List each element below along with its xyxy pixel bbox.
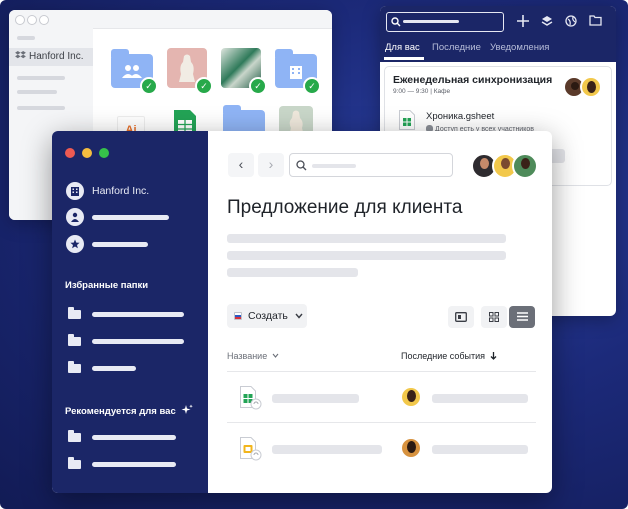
chevron-down-icon	[272, 353, 279, 358]
description-placeholder	[227, 251, 506, 260]
sidebar-item-placeholder[interactable]	[92, 215, 169, 220]
recommended-header-label: Рекомендуется для вас	[65, 406, 176, 417]
synced-check-icon: ✓	[140, 77, 158, 95]
create-flag-icon	[234, 312, 242, 320]
sidebar-item-org[interactable]: Hanford Inc.	[92, 185, 149, 197]
forward-button[interactable]: ›	[258, 153, 284, 177]
file-name[interactable]: Хроника.gsheet	[426, 111, 494, 122]
create-button-label: Создать	[248, 310, 288, 322]
layers-icon[interactable]	[541, 15, 553, 27]
sparkle-icon	[181, 404, 194, 414]
tab-recent[interactable]: Последние	[432, 42, 481, 53]
org-building-glyph	[71, 187, 79, 196]
page-title: Предложение для клиента	[227, 197, 463, 218]
minimize-window-button[interactable]	[27, 15, 37, 25]
meeting-time: 9:00 — 9:30 | Кафе	[393, 88, 451, 95]
folder-icon	[68, 334, 81, 346]
event-placeholder	[432, 445, 528, 454]
list-icon	[516, 312, 528, 321]
table-row[interactable]	[227, 423, 536, 473]
tab-notifications[interactable]: Уведомления	[490, 42, 549, 53]
folder-icon[interactable]	[589, 15, 602, 26]
sidebar-placeholder	[17, 106, 65, 110]
recommended-folder-placeholder[interactable]	[92, 462, 176, 467]
file-name-placeholder	[272, 394, 359, 403]
description-placeholder	[227, 268, 358, 277]
sort-arrow-down-icon	[490, 352, 497, 360]
synced-check-icon: ✓	[195, 77, 213, 95]
favorite-folder-placeholder[interactable]	[92, 312, 184, 317]
gsheet-file-icon	[240, 386, 262, 410]
synced-check-icon: ✓	[303, 77, 321, 95]
create-button[interactable]: Создать	[227, 304, 307, 328]
name-column-label: Название	[227, 351, 268, 361]
folder-icon	[68, 361, 81, 373]
chevron-down-icon	[295, 313, 303, 319]
sidebar: Hanford Inc. Избранные папки Рекомендует…	[52, 131, 208, 493]
sidebar-placeholder	[17, 76, 65, 80]
star-glyph	[70, 239, 80, 249]
window-titlebar	[9, 10, 332, 29]
favorite-folder-placeholder[interactable]	[92, 339, 184, 344]
zoom-window-button[interactable]	[99, 148, 109, 158]
sidebar-item-placeholder[interactable]	[92, 242, 148, 247]
file-name-placeholder	[272, 445, 382, 454]
main-window: Hanford Inc. Избранные папки Рекомендует…	[52, 131, 552, 493]
sidebar-org-label: Hanford Inc.	[29, 51, 84, 62]
sidebar-item-org[interactable]: Hanford Inc.	[15, 51, 83, 62]
name-column-header[interactable]: Название	[227, 351, 279, 361]
table-row[interactable]	[227, 372, 536, 422]
folder-icon	[68, 457, 81, 469]
close-window-button[interactable]	[65, 148, 75, 158]
meeting-title: Еженедельная синхронизация	[393, 74, 553, 86]
minimize-window-button[interactable]	[82, 148, 92, 158]
activity-header: Для вас Последние Уведомления	[380, 6, 616, 62]
back-button[interactable]: ‹	[228, 153, 254, 177]
preview-view-button[interactable]	[448, 306, 474, 328]
search-placeholder-bar	[403, 20, 459, 23]
synced-check-icon: ✓	[249, 77, 267, 95]
recommended-header: Рекомендуется для вас	[65, 404, 194, 417]
search-input[interactable]	[386, 12, 504, 32]
close-window-button[interactable]	[15, 15, 25, 25]
events-column-header[interactable]: Последние события	[401, 351, 497, 361]
search-placeholder-bar	[312, 164, 356, 168]
tab-for-you[interactable]: Для вас	[385, 42, 420, 53]
event-placeholder	[432, 394, 528, 403]
sidebar-placeholder	[17, 90, 57, 94]
active-tab-indicator	[384, 57, 424, 60]
list-view-button[interactable]	[509, 306, 535, 328]
folder-icon	[68, 430, 81, 442]
plus-icon[interactable]	[517, 15, 529, 27]
avatar[interactable]	[512, 153, 538, 179]
events-column-label: Последние события	[401, 351, 486, 361]
gslides-file-icon	[240, 437, 262, 461]
gsheet-file-icon	[399, 110, 415, 130]
search-icon	[391, 17, 401, 27]
people-folder-icon	[122, 65, 142, 78]
preview-icon	[455, 312, 467, 322]
grid-icon	[489, 312, 499, 322]
folder-icon	[68, 307, 81, 319]
globe-icon[interactable]	[565, 15, 577, 27]
building-folder-icon	[290, 66, 302, 79]
star-icon	[66, 235, 84, 253]
avatar[interactable]	[400, 386, 422, 408]
app-showcase-background: Hanford Inc. ✓ ✓ ✓ ✓ Ai Для вас Последни…	[0, 0, 628, 509]
search-input[interactable]	[289, 153, 453, 177]
building-icon	[66, 182, 84, 200]
favorites-header: Избранные папки	[65, 280, 149, 291]
avatar[interactable]	[580, 76, 602, 98]
grid-view-button[interactable]	[481, 306, 507, 328]
zoom-window-button[interactable]	[39, 15, 49, 25]
search-icon	[296, 160, 307, 171]
person-icon	[66, 208, 84, 226]
person-glyph	[71, 212, 79, 222]
recommended-folder-placeholder[interactable]	[92, 435, 176, 440]
dropbox-icon	[15, 51, 26, 59]
sidebar-placeholder	[17, 36, 35, 40]
favorite-folder-placeholder[interactable]	[92, 366, 136, 371]
description-placeholder	[227, 234, 506, 243]
avatar[interactable]	[400, 437, 422, 459]
